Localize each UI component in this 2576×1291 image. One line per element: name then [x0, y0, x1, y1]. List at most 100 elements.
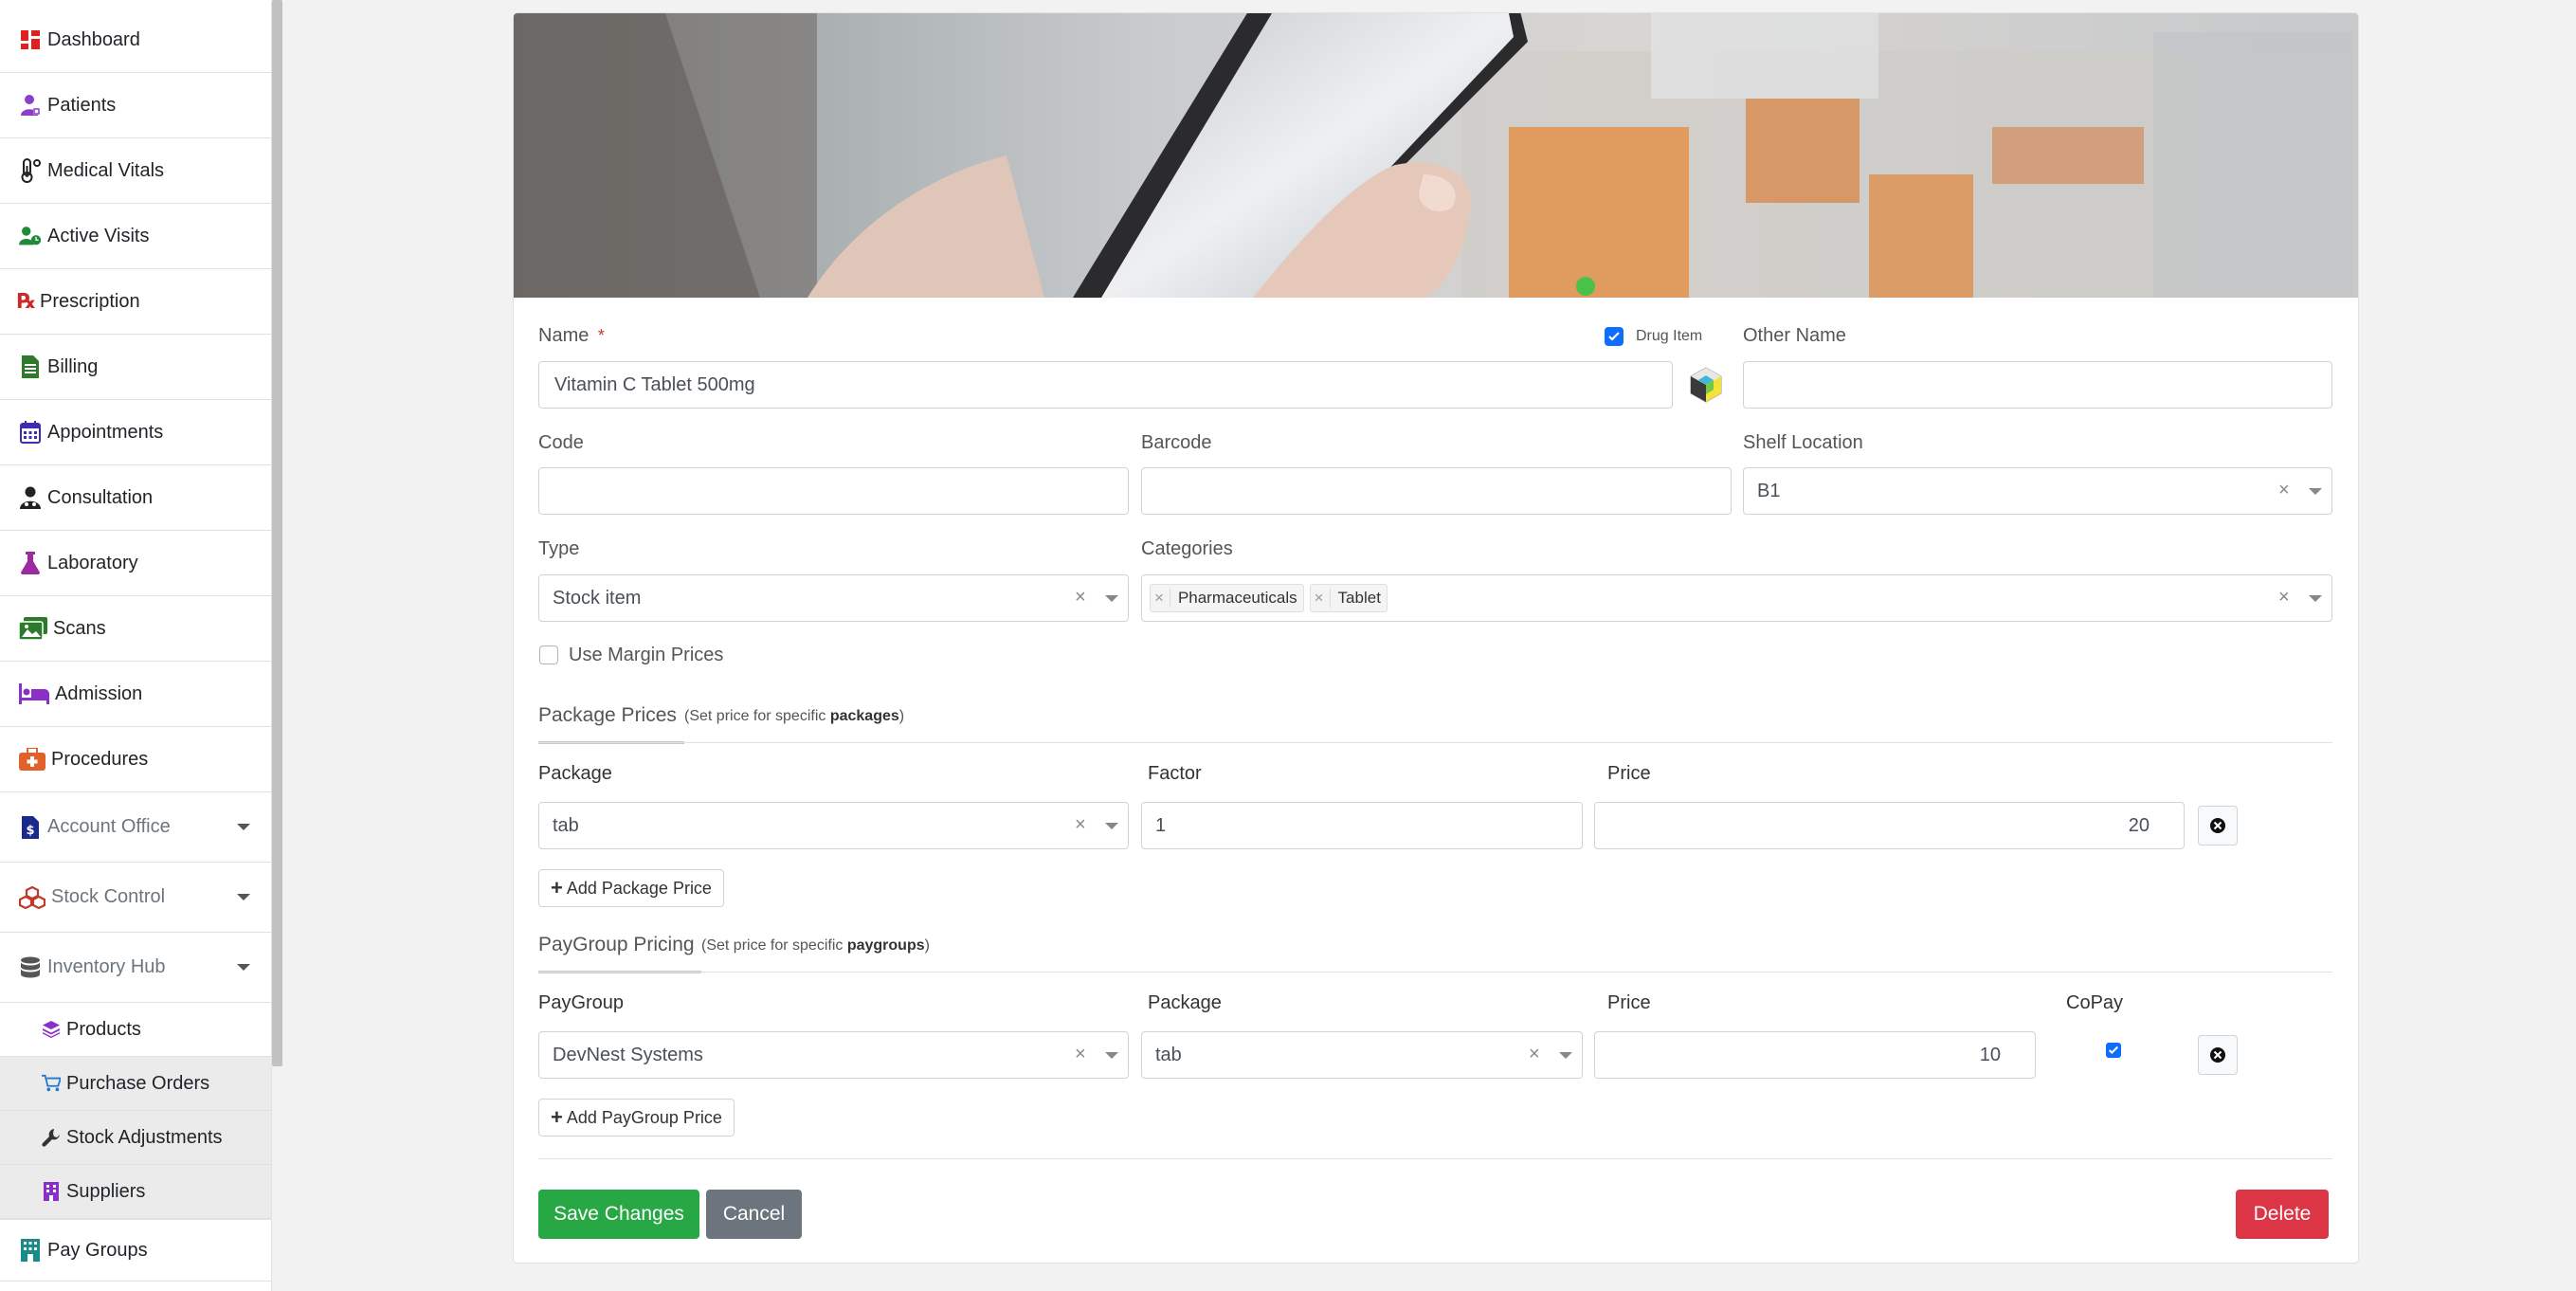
thermometer-icon	[19, 158, 42, 183]
clear-icon[interactable]: ×	[1075, 587, 1086, 609]
col-package: Package	[538, 763, 612, 784]
sidebar-item-appointments[interactable]: Appointments	[0, 400, 271, 465]
sidebar-subitem-label: Products	[66, 1018, 141, 1040]
close-circle-icon	[2210, 818, 2225, 833]
chevron-down-icon	[237, 894, 250, 900]
remove-tag-icon[interactable]: ×	[1154, 589, 1170, 608]
prescription-icon: ℞	[17, 289, 36, 314]
sidebar-subitem-suppliers[interactable]: Suppliers	[0, 1165, 271, 1219]
factor-value: 1	[1155, 814, 1167, 836]
package-prices-hint: (Set price for specific packages)	[684, 708, 905, 724]
plus-icon: +	[551, 876, 563, 900]
paygroup-package-select[interactable]: tab ×	[1141, 1031, 1583, 1079]
sidebar-item-pay-groups[interactable]: Pay Groups	[0, 1219, 271, 1282]
calendar-icon	[19, 420, 42, 445]
add-paygroup-price-button[interactable]: + Add PayGroup Price	[538, 1099, 735, 1136]
package-price-input[interactable]: 20	[1594, 802, 2185, 849]
footer-divider	[538, 1158, 2332, 1159]
sidebar-subitem-stock-adjustments[interactable]: Stock Adjustments	[0, 1111, 271, 1165]
copay-checkbox[interactable]	[2106, 1043, 2121, 1058]
use-margin-prices-checkbox[interactable]	[539, 646, 558, 664]
sidebar-item-label: Active Visits	[47, 225, 150, 246]
type-select[interactable]: Stock item ×	[538, 574, 1129, 622]
sidebar-item-patients[interactable]: Patients	[0, 73, 271, 138]
sidebar-item-admission[interactable]: Admission	[0, 662, 271, 727]
name-input-value: Vitamin C Tablet 500mg	[554, 373, 755, 395]
col-paygroup: PayGroup	[538, 992, 625, 1013]
add-package-price-button[interactable]: + Add Package Price	[538, 869, 724, 907]
sidebar-group-stock-control[interactable]: Stock Control	[0, 863, 271, 933]
chevron-down-icon[interactable]	[1559, 1052, 1572, 1059]
sidebar-subitem-purchase-orders[interactable]: Purchase Orders	[0, 1057, 271, 1111]
clear-icon[interactable]: ×	[2278, 480, 2290, 501]
sidebar: Dashboard Patients Medical Vitals Active…	[0, 0, 272, 1291]
sidebar-item-label: Appointments	[47, 421, 164, 443]
sidebar-item-medical-vitals[interactable]: Medical Vitals	[0, 138, 271, 204]
name-input[interactable]: Vitamin C Tablet 500mg	[538, 361, 1673, 409]
database-icon	[19, 955, 42, 980]
product-edit-card: Name * Drug Item Other Name Vitamin C Ta…	[513, 12, 2359, 1264]
package-value: tab	[553, 814, 579, 836]
sidebar-subitem-products[interactable]: Products	[0, 1003, 271, 1057]
shelf-location-select[interactable]: B1 ×	[1743, 467, 2332, 515]
type-label: Type	[538, 538, 580, 559]
remove-package-price-button[interactable]	[2198, 806, 2238, 846]
name-label: Name *	[538, 325, 605, 346]
clear-icon[interactable]: ×	[1075, 1044, 1086, 1065]
package-select[interactable]: tab ×	[538, 802, 1129, 849]
clear-icon[interactable]: ×	[2278, 587, 2290, 609]
chevron-down-icon[interactable]	[2309, 595, 2322, 602]
sidebar-group-inventory-hub[interactable]: Inventory Hub	[0, 933, 271, 1003]
drug-item-checkbox[interactable]	[1605, 327, 1624, 346]
sidebar-item-laboratory[interactable]: Laboratory	[0, 531, 271, 596]
chevron-down-icon	[237, 824, 250, 830]
cubes-icon	[19, 885, 45, 910]
chevron-down-icon[interactable]	[1105, 823, 1118, 829]
sidebar-subitem-label: Suppliers	[66, 1180, 146, 1202]
remove-tag-icon[interactable]: ×	[1315, 589, 1331, 608]
delete-button[interactable]: Delete	[2236, 1190, 2329, 1239]
paygroup-price-value: 10	[1979, 1044, 2001, 1065]
sidebar-item-active-visits[interactable]: Active Visits	[0, 204, 271, 269]
sidebar-item-label: Procedures	[51, 748, 149, 770]
clear-icon[interactable]: ×	[1529, 1044, 1540, 1065]
remove-paygroup-price-button[interactable]	[2198, 1035, 2238, 1075]
clear-icon[interactable]: ×	[1075, 814, 1086, 836]
sidebar-group-account-office[interactable]: $ Account Office	[0, 792, 271, 863]
invoice-icon	[19, 355, 42, 379]
plus-icon: +	[551, 1105, 563, 1129]
save-changes-button[interactable]: Save Changes	[538, 1190, 699, 1239]
sidebar-item-label: Account Office	[47, 816, 171, 837]
paygroup-select[interactable]: DevNest Systems ×	[538, 1031, 1129, 1079]
cancel-button[interactable]: Cancel	[706, 1190, 802, 1239]
other-name-input[interactable]	[1743, 361, 2332, 409]
paygroup-price-input[interactable]: 10	[1594, 1031, 2036, 1079]
shelf-location-value: B1	[1757, 480, 1781, 501]
col-price: Price	[1607, 992, 1651, 1013]
sidebar-item-scans[interactable]: Scans	[0, 596, 271, 662]
sidebar-scrollbar[interactable]	[272, 0, 282, 1066]
chevron-down-icon	[237, 964, 250, 971]
product-image-icon[interactable]	[1683, 363, 1729, 407]
section-divider	[538, 742, 2332, 743]
factor-input[interactable]: 1	[1141, 802, 1583, 849]
chevron-down-icon[interactable]	[2309, 488, 2322, 495]
sidebar-item-consultation[interactable]: Consultation	[0, 465, 271, 531]
chevron-down-icon[interactable]	[1105, 1052, 1118, 1059]
code-input[interactable]	[538, 467, 1129, 515]
sidebar-item-label: Stock Control	[51, 886, 166, 907]
sidebar-item-label: Inventory Hub	[47, 956, 166, 977]
sidebar-subitem-label: Stock Adjustments	[66, 1126, 223, 1148]
barcode-input[interactable]	[1141, 467, 1732, 515]
add-paygroup-price-label: Add PayGroup Price	[566, 1107, 722, 1127]
money-file-icon: $	[19, 815, 42, 840]
shelf-location-label: Shelf Location	[1743, 432, 1863, 453]
col-price: Price	[1607, 763, 1651, 784]
sidebar-item-prescription[interactable]: ℞ Prescription	[0, 269, 271, 335]
sidebar-item-procedures[interactable]: Procedures	[0, 727, 271, 792]
sidebar-item-dashboard[interactable]: Dashboard	[0, 8, 271, 73]
chevron-down-icon[interactable]	[1105, 595, 1118, 602]
categories-select[interactable]: × Pharmaceuticals × Tablet ×	[1141, 574, 2332, 622]
col-package: Package	[1148, 992, 1222, 1013]
sidebar-item-billing[interactable]: Billing	[0, 335, 271, 400]
